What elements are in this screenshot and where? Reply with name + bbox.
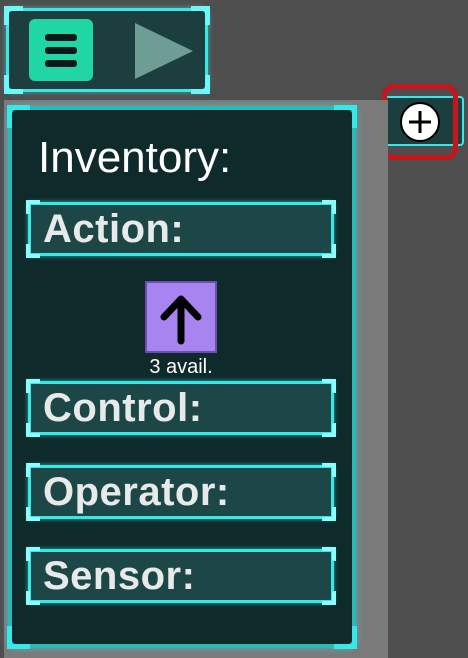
frame-corner xyxy=(26,379,40,393)
frame-corner xyxy=(322,591,336,605)
frame-corner xyxy=(322,200,336,214)
side-strip xyxy=(392,100,468,658)
plus-circle-icon xyxy=(400,102,440,142)
frame-corner xyxy=(322,244,336,258)
frame-corner xyxy=(26,244,40,258)
category-label: Control: xyxy=(43,386,203,430)
block-available-count: 3 avail. xyxy=(149,356,213,378)
add-button[interactable] xyxy=(382,84,458,160)
frame-corner xyxy=(26,423,40,437)
hamburger-menu-icon-bar xyxy=(45,59,77,67)
play-triangle-icon xyxy=(135,23,193,79)
hamburger-menu-icon xyxy=(45,33,77,41)
menu-button[interactable] xyxy=(29,19,93,81)
plus-icon xyxy=(409,111,431,133)
category-sensor[interactable]: Sensor: xyxy=(26,547,336,605)
frame-corner xyxy=(4,6,23,25)
frame-corner xyxy=(322,547,336,561)
frame-corner xyxy=(7,105,30,128)
category-action[interactable]: Action: xyxy=(26,200,336,258)
hamburger-menu-icon-bar xyxy=(45,46,77,54)
frame-corner xyxy=(322,423,336,437)
inventory-title: Inventory: xyxy=(38,133,232,182)
category-operator[interactable]: Operator: xyxy=(26,463,336,521)
frame-corner xyxy=(26,507,40,521)
top-toolbar xyxy=(4,6,210,94)
frame-corner xyxy=(26,547,40,561)
action-block-move-up[interactable] xyxy=(145,281,217,353)
frame-corner xyxy=(26,463,40,477)
frame-corner xyxy=(334,626,357,649)
frame-corner xyxy=(26,591,40,605)
category-control[interactable]: Control: xyxy=(26,379,336,437)
play-button[interactable] xyxy=(131,21,195,81)
category-label: Action: xyxy=(43,207,185,251)
frame-corner xyxy=(322,507,336,521)
category-label: Sensor: xyxy=(43,554,196,598)
category-label: Operator: xyxy=(43,470,230,514)
frame-corner xyxy=(7,626,30,649)
up-arrow-icon xyxy=(160,295,202,345)
frame-corner xyxy=(322,463,336,477)
frame-corner xyxy=(4,75,23,94)
frame-corner xyxy=(26,200,40,214)
frame-corner xyxy=(334,105,357,128)
frame-corner xyxy=(322,379,336,393)
